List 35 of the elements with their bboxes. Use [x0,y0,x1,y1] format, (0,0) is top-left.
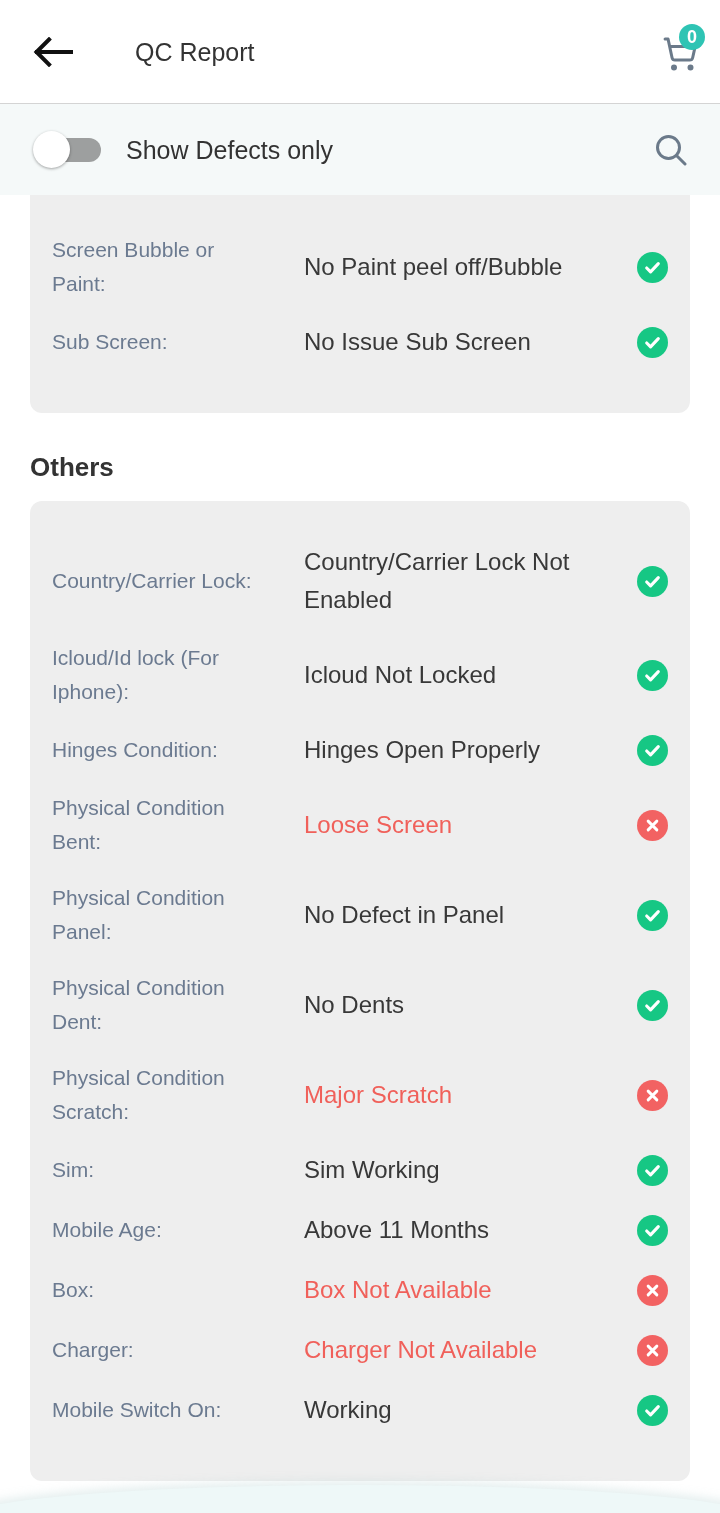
field-label: Country/Carrier Lock: [52,568,253,594]
page-title: QC Report [135,36,255,68]
field-value: No Dents [304,990,406,1020]
field-label: Mobile Age: [52,1217,163,1243]
field-label: Icloud/Id lock (For Iphone): [52,645,220,705]
field-value: Charger Not Available [304,1335,539,1365]
field-label: Mobile Switch On: [52,1397,223,1423]
field-value: Country/Carrier Lock Not Enabled [304,547,571,615]
field-value: Icloud Not Locked [304,660,498,690]
field-label: Charger: [52,1337,135,1363]
field-value: Working [304,1395,393,1425]
search-icon[interactable] [655,133,687,166]
field-value: Loose Screen [304,810,454,840]
field-value: No Paint peel off/Bubble [304,252,564,282]
section-heading: Others [30,451,115,484]
field-value: Above 11 Months [304,1215,490,1245]
field-label: Physical Condition Dent: [52,975,226,1035]
field-value: No Issue Sub Screen [304,327,532,357]
filter-label: Show Defects only [126,134,334,166]
field-value: Hinges Open Properly [304,735,542,765]
cart-count-badge: 0 [679,23,705,50]
field-label: Hinges Condition: [52,737,219,763]
back-arrow-icon[interactable] [33,36,73,67]
field-value: Major Scratch [304,1080,454,1110]
field-value: Box Not Available [304,1275,493,1305]
field-value: No Defect in Panel [304,900,506,930]
field-label: Physical Condition Panel: [52,885,226,945]
toggle-switch[interactable] [33,130,101,169]
field-label: Physical Condition Bent: [52,795,226,855]
field-label: Sub Screen: [52,329,169,355]
field-label: Sim: [52,1157,95,1183]
field-label: Box: [52,1277,96,1303]
field-label: Screen Bubble or Paint: [52,237,216,297]
field-label: Physical Condition Scratch: [52,1065,226,1125]
field-value: Sim Working [304,1155,441,1185]
